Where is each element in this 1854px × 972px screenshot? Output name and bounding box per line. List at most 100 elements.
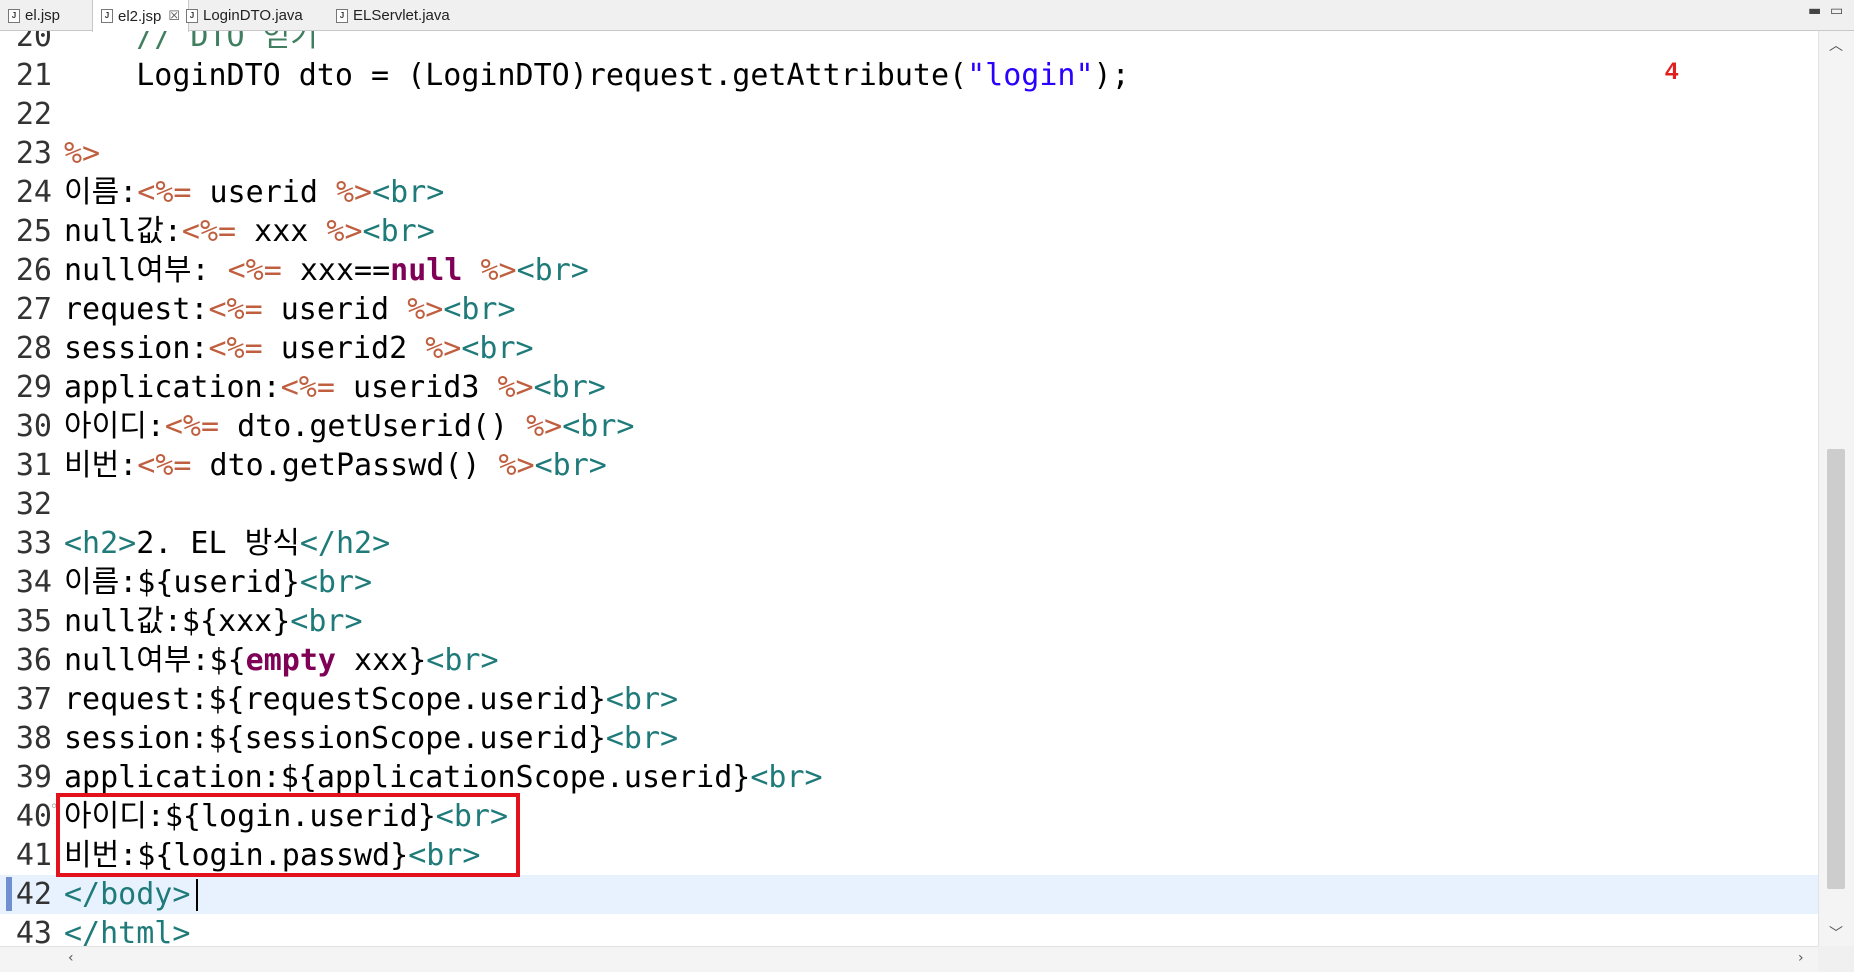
tab-el2-jsp[interactable]: J el2.jsp ☒	[92, 0, 190, 32]
horizontal-scrollbar[interactable]: ‹ ›	[0, 946, 1818, 972]
line-number: 36	[15, 643, 52, 678]
code-token: null	[390, 253, 463, 288]
code-line[interactable]: 29 application:<%= userid3 %><br>	[0, 368, 1818, 407]
code-token: %>	[407, 292, 444, 327]
code-token: <%=	[208, 331, 263, 366]
code-text: 비번:<%= dto.getPasswd() %><br>	[64, 446, 607, 485]
code-token: %>	[64, 136, 101, 171]
editor-tab-bar: J el.jsp J el2.jsp ☒ J LoginDTO.java J E…	[0, 0, 1854, 32]
line-number: 24	[15, 175, 52, 210]
code-line[interactable]: 23 %>	[0, 134, 1818, 173]
code-line[interactable]: 36 null여부:${empty xxx}<br>	[0, 641, 1818, 680]
line-number: 43	[15, 916, 52, 946]
code-line[interactable]: 31 비번:<%= dto.getPasswd() %><br>	[0, 446, 1818, 485]
code-line[interactable]: 28 session:<%= userid2 %><br>	[0, 329, 1818, 368]
line-number: 39	[15, 760, 52, 795]
code-line[interactable]: 35 null값:${xxx}<br>	[0, 602, 1818, 641]
code-token: "login"	[967, 58, 1094, 93]
code-token: );	[1093, 58, 1130, 93]
code-token: LoginDTO dto = (LoginDTO)request.getAttr…	[64, 58, 968, 93]
code-line[interactable]: 33 <h2>2. EL 방식</h2>	[0, 524, 1818, 563]
code-token: 비번:	[64, 448, 138, 483]
maximize-icon[interactable]: ▭	[1830, 3, 1843, 19]
line-number: 31	[15, 448, 52, 483]
code-text: session:<%= userid2 %><br>	[64, 329, 534, 368]
code-line[interactable]: 42 </body>	[0, 875, 1818, 914]
code-line[interactable]: 25 null값:<%= xxx %><br>	[0, 212, 1818, 251]
code-line[interactable]: 34 이름:${userid}<br>	[0, 563, 1818, 602]
code-line[interactable]: 43 </html>	[0, 914, 1818, 946]
scroll-left-icon[interactable]: ‹	[68, 950, 74, 966]
code-token: <br>	[516, 253, 589, 288]
code-text: %>	[64, 134, 100, 173]
code-token: userid	[191, 175, 336, 210]
java-file-icon: J	[336, 8, 348, 23]
code-text: // DTO 얻기	[64, 31, 318, 56]
jsp-file-icon: J	[8, 8, 20, 23]
code-token: <%=	[208, 292, 263, 327]
code-line[interactable]: 27 request:<%= userid %><br>	[0, 290, 1818, 329]
current-line-marker	[6, 877, 12, 911]
tab-el-jsp[interactable]: J el.jsp	[8, 0, 60, 31]
code-line[interactable]: 22	[0, 95, 1818, 134]
code-token: 2. EL 방식	[136, 526, 300, 561]
code-token: null값:	[64, 214, 182, 249]
code-line[interactable]: 32	[0, 485, 1818, 524]
code-token: <br>	[605, 721, 679, 756]
code-line[interactable]: 39 application:${applicationScope.userid}…	[0, 758, 1818, 797]
line-number: 27	[15, 292, 52, 327]
code-token: userid	[262, 292, 408, 327]
code-line[interactable]: 26 null여부: <%= xxx==null %><br>	[0, 251, 1818, 290]
code-token: <%=	[280, 370, 335, 405]
line-number: 33	[15, 526, 52, 561]
tab-label: ELServlet.java	[353, 7, 450, 24]
code-text: null값:${xxx}<br>	[64, 602, 363, 641]
code-token: %>	[480, 253, 517, 288]
code-token: </html>	[64, 916, 191, 946]
vertical-scrollbar[interactable]: ︿ ﹀	[1818, 31, 1854, 946]
code-line[interactable]: 21 LoginDTO dto = (LoginDTO)request.getA…	[0, 56, 1818, 95]
line-number: 29	[15, 370, 52, 405]
code-line[interactable]: 38 session:${sessionScope.userid}<br>	[0, 719, 1818, 758]
minimize-icon[interactable]: ▬	[1808, 3, 1821, 19]
line-number: 21	[15, 58, 52, 93]
tab-elservlet-java[interactable]: J ELServlet.java	[336, 0, 450, 31]
tab-label: el.jsp	[25, 7, 61, 24]
close-tab-icon[interactable]: ☒	[168, 8, 180, 24]
scroll-down-icon[interactable]: ﹀	[1829, 923, 1843, 943]
code-token: xxx	[236, 214, 327, 249]
code-token: empty	[245, 643, 336, 678]
code-line[interactable]: 24 이름:<%= userid %><br>	[0, 173, 1818, 212]
line-number: 40	[15, 799, 52, 834]
scroll-right-icon[interactable]: ›	[1798, 950, 1804, 966]
line-number: 30	[15, 409, 52, 444]
code-token: <br>	[461, 331, 534, 366]
code-text: LoginDTO dto = (LoginDTO)request.getAttr…	[64, 56, 1130, 95]
scrollbar-corner	[1818, 946, 1854, 972]
code-token: dto.getUserid()	[219, 409, 527, 444]
code-text: <h2>2. EL 방식</h2>	[64, 524, 390, 563]
tab-logindto-java[interactable]: J LoginDTO.java	[186, 0, 303, 31]
code-token: %>	[335, 175, 373, 210]
code-line[interactable]: 20 // DTO 얻기	[0, 31, 1818, 56]
code-token: <h2>	[64, 526, 137, 561]
code-token: <br>	[443, 292, 516, 327]
code-text: </body>	[64, 875, 190, 914]
scroll-up-icon[interactable]: ︿	[1829, 35, 1843, 55]
jsp-file-icon: J	[101, 9, 113, 23]
scrollbar-thumb[interactable]	[1827, 449, 1845, 889]
code-token: <%=	[181, 214, 237, 249]
code-token: %>	[497, 370, 534, 405]
code-line[interactable]: 37 request:${requestScope.userid}<br>	[0, 680, 1818, 719]
code-token: </body>	[64, 877, 191, 912]
code-token: session:	[64, 331, 209, 366]
line-number: 20	[15, 31, 52, 54]
code-token: <br>	[362, 214, 435, 249]
code-token: %>	[326, 214, 363, 249]
code-text: 이름:<%= userid %><br>	[64, 173, 444, 212]
line-number: 38	[15, 721, 52, 756]
code-line[interactable]: 30 아이디:<%= dto.getUserid() %><br>	[0, 407, 1818, 446]
code-token: application:${applicationScope.userid}	[64, 760, 751, 795]
tab-label: LoginDTO.java	[203, 7, 303, 24]
